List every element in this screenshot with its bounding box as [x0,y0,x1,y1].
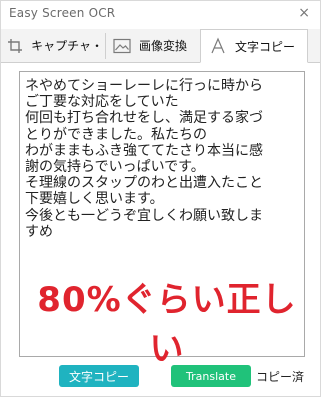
tab-capture[interactable]: キャプチャ・ [3,29,103,62]
tab-text-label: 文字コピー [235,39,296,54]
tab-capture-label: キャプチャ・ [31,39,103,53]
tab-text-copy[interactable]: 文字コピー [200,29,308,63]
title-bar: Easy Screen OCR × [1,1,320,27]
ocr-result-text: ネやめてショーレーレに行っに時から ご丁要な対応をしていた 何回も打ち合れせをし… [25,78,263,240]
accuracy-annotation: 80%ぐらい正しい [37,280,297,369]
tab-image-convert[interactable]: 画像変換 [107,29,197,62]
text-icon [207,35,229,57]
tab-strip: キャプチャ・ 画像変換 文字コピー [1,29,320,63]
copy-text-button[interactable]: 文字コピー [59,365,139,387]
copy-status-text: コピー済 [256,370,305,384]
tab-image-label: 画像変換 [139,39,188,53]
crop-icon [5,35,25,57]
close-icon[interactable]: × [298,4,310,22]
ocr-result-textarea[interactable]: ネやめてショーレーレに行っに時から ご丁要な対応をしていた 何回も打ち合れせをし… [19,71,305,369]
app-window: Easy Screen OCR × キャプチャ・ 画像変換 文字コピー ネやめて… [0,0,321,397]
image-icon [111,35,133,57]
tab-divider [105,33,106,59]
translate-button[interactable]: Translate [171,365,251,387]
window-title: Easy Screen OCR [9,6,116,20]
